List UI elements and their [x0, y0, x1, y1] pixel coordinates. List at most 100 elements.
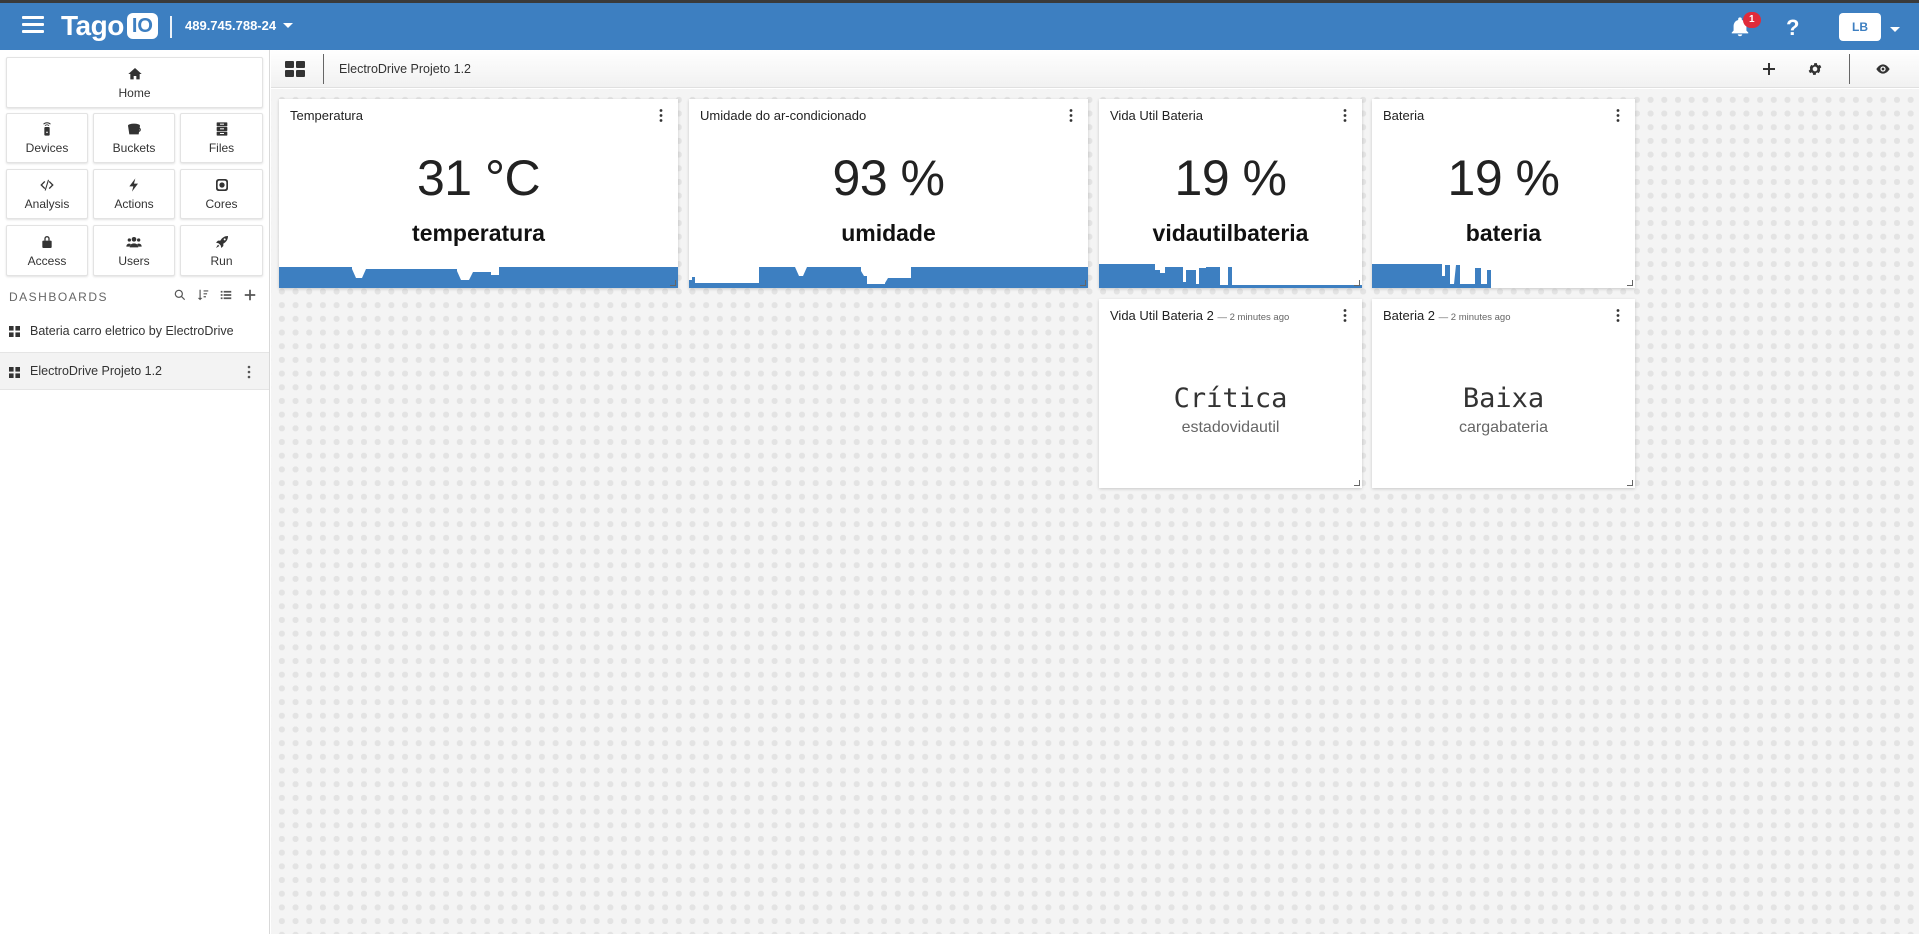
- widget-value: 19 %: [1174, 150, 1287, 206]
- resize-handle[interactable]: [1627, 480, 1633, 486]
- widget-title-text: Vida Util Bateria 2: [1110, 308, 1214, 323]
- widget-variable: bateria: [1465, 220, 1542, 246]
- kebab-menu-icon[interactable]: [1068, 108, 1074, 123]
- dashboard-item-active[interactable]: ElectroDrive Projeto 1.2: [0, 352, 269, 390]
- nav-home-label: Home: [118, 85, 151, 100]
- widget-title-text: Bateria 2: [1383, 308, 1436, 323]
- widget-title: Temperatura: [290, 108, 363, 123]
- dashboard-item-name: ElectroDrive Projeto 1.2: [30, 364, 163, 378]
- resize-handle[interactable]: [1080, 280, 1086, 286]
- users-icon: [126, 236, 142, 247]
- resize-handle[interactable]: [670, 280, 676, 286]
- widget-variable: temperatura: [412, 220, 545, 246]
- logo[interactable]: Tago IO: [61, 9, 158, 43]
- nav-analysis[interactable]: Analysis: [6, 169, 88, 219]
- nav-users[interactable]: Users: [93, 225, 175, 276]
- user-avatar-button[interactable]: LB: [1839, 13, 1881, 41]
- widget-timestamp: — 2 minutes ago: [1217, 312, 1290, 323]
- nav-cores[interactable]: Cores: [180, 169, 263, 219]
- dashboard-toolbar: ElectroDrive Projeto 1.2: [271, 50, 1919, 88]
- dashboard-grid-icon: [9, 326, 20, 337]
- logo-separator: [170, 16, 172, 38]
- dashboard-title: ElectroDrive Projeto 1.2: [339, 62, 472, 76]
- nav-actions-label: Actions: [114, 197, 154, 211]
- widget-value: 19 %: [1447, 150, 1560, 206]
- nav-actions[interactable]: Actions: [93, 169, 175, 219]
- lock-icon: [42, 235, 52, 248]
- nav-cores-label: Cores: [205, 197, 238, 211]
- list-view-icon[interactable]: [219, 288, 233, 302]
- widget-title: Bateria: [1383, 108, 1425, 123]
- dashboard-grid-icon[interactable]: [285, 61, 305, 77]
- widget-title: Bateria 2 — 2 minutes ago: [1383, 308, 1511, 323]
- widget-variable: vidautilbateria: [1152, 220, 1309, 246]
- hamburger-menu-icon[interactable]: [22, 16, 44, 36]
- kebab-menu-icon[interactable]: [1615, 308, 1621, 323]
- widget-text-value: Crítica: [1173, 383, 1288, 414]
- nav-run-label: Run: [210, 253, 233, 268]
- widget-estadovidautil[interactable]: Vida Util Bateria 2 — 2 minutes ago Crít…: [1099, 299, 1362, 488]
- sort-icon[interactable]: [196, 288, 210, 302]
- dashboard-item-name: Bateria carro eletrico by ElectroDrive: [30, 324, 234, 338]
- resize-handle[interactable]: [1627, 280, 1633, 286]
- add-dashboard-icon[interactable]: [243, 288, 257, 302]
- toolbar-separator: [323, 54, 324, 84]
- widget-title: Vida Util Bateria 2 — 2 minutes ago: [1110, 308, 1289, 323]
- nav-home[interactable]: Home: [6, 57, 263, 108]
- user-caret-down-icon[interactable]: [1890, 27, 1900, 32]
- widget-temperatura[interactable]: Temperatura 31 °C temperatura: [279, 99, 678, 288]
- dashboard-grid-icon: [9, 367, 20, 378]
- nav-run[interactable]: Run: [180, 225, 263, 276]
- kebab-menu-icon[interactable]: [1615, 108, 1621, 123]
- account-id: 489.745.788-24: [185, 18, 277, 33]
- resize-handle[interactable]: [1354, 480, 1360, 486]
- gear-icon[interactable]: [1807, 61, 1823, 77]
- nav-devices[interactable]: Devices: [6, 113, 88, 163]
- widget-umidade[interactable]: Umidade do ar-condicionado 93 % umidade: [689, 99, 1088, 288]
- nav-devices-label: Devices: [25, 141, 69, 155]
- sparkline-area: [1099, 264, 1362, 288]
- sparkline-area: [1372, 264, 1635, 288]
- device-icon: [43, 122, 51, 136]
- widget-variable: cargabateria: [1459, 419, 1548, 436]
- toolbar-separator: [1849, 54, 1850, 84]
- nav-buckets-label: Buckets: [112, 141, 156, 155]
- nav-users-label: Users: [118, 253, 150, 268]
- nav-files[interactable]: Files: [180, 113, 263, 163]
- account-selector[interactable]: 489.745.788-24: [185, 18, 294, 33]
- help-icon[interactable]: ?: [1786, 15, 1799, 41]
- dashboard-item[interactable]: Bateria carro eletrico by ElectroDrive: [0, 312, 269, 350]
- kebab-menu-icon[interactable]: [246, 364, 252, 380]
- dashboard-canvas: Temperatura 31 °C temperatura Umidade do…: [271, 89, 1919, 934]
- widget-cargabateria[interactable]: Bateria 2 — 2 minutes ago Baixa cargabat…: [1372, 299, 1635, 488]
- logo-badge: IO: [126, 13, 158, 39]
- notification-badge[interactable]: 1: [1743, 12, 1761, 28]
- nav-access[interactable]: Access: [6, 225, 88, 276]
- kebab-menu-icon[interactable]: [1342, 108, 1348, 123]
- add-widget-icon[interactable]: [1761, 61, 1777, 77]
- widget-variable: umidade: [841, 220, 936, 246]
- bucket-icon: [128, 123, 141, 135]
- widget-value: 31 °C: [416, 150, 541, 206]
- widget-vidautilbateria[interactable]: Vida Util Bateria 19 % vidautilbateria: [1099, 99, 1362, 288]
- widget-title: Vida Util Bateria: [1110, 108, 1203, 123]
- nav-buckets[interactable]: Buckets: [93, 113, 175, 163]
- resize-handle[interactable]: [1354, 280, 1360, 286]
- sparkline-area: [689, 267, 1088, 288]
- nav-analysis-label: Analysis: [24, 197, 70, 211]
- search-icon[interactable]: [173, 288, 187, 302]
- sidebar: Home Devices Buckets Files Analysis Acti…: [0, 50, 270, 934]
- widget-text-value: Baixa: [1462, 383, 1545, 414]
- caret-down-icon: [283, 23, 294, 28]
- sparkline-area: [279, 267, 678, 288]
- widget-value: 93 %: [832, 150, 945, 206]
- widget-bateria[interactable]: Bateria 19 % bateria: [1372, 99, 1635, 288]
- widget-title: Umidade do ar-condicionado: [700, 108, 867, 123]
- code-icon: [40, 179, 54, 191]
- rocket-icon: [215, 235, 228, 248]
- eye-icon[interactable]: [1875, 61, 1891, 77]
- nav-access-label: Access: [27, 253, 67, 268]
- logo-text: Tago: [61, 10, 124, 41]
- kebab-menu-icon[interactable]: [1342, 308, 1348, 323]
- kebab-menu-icon[interactable]: [658, 108, 664, 123]
